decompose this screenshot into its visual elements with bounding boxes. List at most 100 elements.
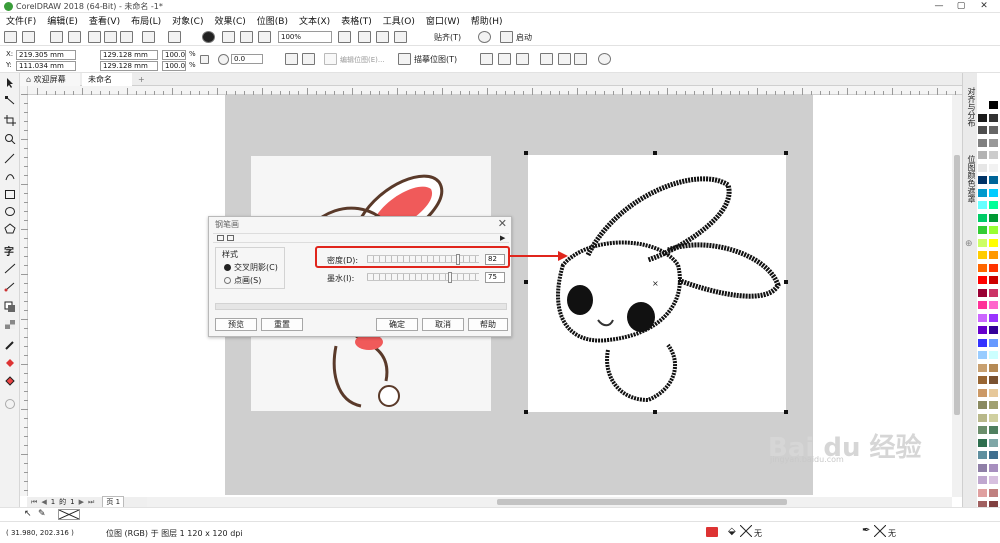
transparency-tool-icon[interactable] (4, 319, 16, 330)
show-rulers-icon[interactable] (358, 31, 371, 43)
pen-effect-rabbit-image[interactable]: × (524, 151, 788, 414)
palette-swatch[interactable] (977, 125, 988, 135)
palette-swatch[interactable] (988, 162, 999, 173)
mirror-horizontal-icon[interactable] (285, 53, 298, 65)
export-icon[interactable] (240, 31, 253, 43)
palette-swatch[interactable] (977, 225, 988, 235)
add-icon[interactable] (598, 53, 611, 65)
palette-swatch[interactable] (988, 375, 999, 385)
crop-bitmap-icon[interactable] (498, 53, 511, 65)
menu-file[interactable]: 文件(F) (6, 14, 36, 27)
palette-swatch[interactable] (988, 287, 999, 298)
palette-swatch[interactable] (977, 387, 988, 398)
palette-swatch[interactable] (988, 275, 999, 285)
palette-swatch[interactable] (988, 350, 999, 360)
palette-swatch[interactable] (988, 175, 999, 185)
show-guidelines-icon[interactable] (394, 31, 407, 43)
color-mask-icon[interactable] (540, 53, 553, 65)
drop-shadow-icon[interactable] (4, 301, 16, 312)
copy-icon[interactable] (104, 31, 117, 43)
vertical-scrollbar[interactable] (952, 95, 962, 497)
horizontal-ruler[interactable] (27, 86, 964, 95)
menu-table[interactable]: 表格(T) (341, 14, 372, 27)
zoom-level-field[interactable]: 100% (278, 31, 332, 43)
palette-swatch[interactable] (977, 275, 988, 285)
palette-swatch[interactable] (977, 337, 988, 348)
print-icon[interactable] (68, 31, 81, 43)
ink-field[interactable]: 75 (485, 272, 505, 283)
trace-bitmap-label[interactable]: 描摹位图(T) (414, 54, 457, 65)
palette-swatch[interactable] (988, 400, 999, 410)
palette-swatch[interactable] (977, 137, 988, 148)
cut-icon[interactable] (88, 31, 101, 43)
palette-swatch[interactable] (977, 487, 988, 498)
color-proof-icon[interactable] (706, 527, 718, 537)
palette-swatch[interactable] (988, 250, 999, 260)
minimize-button[interactable]: — (928, 0, 950, 13)
y-position-field[interactable]: 111.034 mm (16, 61, 76, 71)
mirror-vertical-icon[interactable] (302, 53, 315, 65)
resample-icon[interactable] (480, 53, 493, 65)
snap-to-label[interactable]: 贴齐(T) (434, 32, 461, 43)
prev-page-icon[interactable]: ◀ (41, 498, 46, 506)
selection-handle-t[interactable] (653, 151, 657, 155)
selection-handle-b[interactable] (653, 410, 657, 414)
last-page-icon[interactable]: ⏭ (88, 498, 94, 507)
launch-label[interactable]: 启动 (516, 32, 532, 43)
height-field[interactable]: 129.128 mm (100, 61, 158, 71)
ok-button[interactable]: 确定 (376, 318, 418, 331)
menu-effects[interactable]: 效果(C) (214, 14, 245, 27)
x-position-field[interactable]: 219.305 mm (16, 50, 76, 60)
palette-swatch[interactable] (977, 162, 988, 173)
selection-handle-l[interactable] (524, 280, 528, 284)
palette-swatch[interactable] (988, 212, 999, 223)
new-document-icon[interactable] (4, 31, 17, 43)
next-page-icon[interactable]: ▶ (79, 498, 84, 506)
vertical-scroll-thumb[interactable] (954, 155, 960, 415)
lock-ratio-icon[interactable] (200, 55, 209, 64)
palette-swatch[interactable] (988, 225, 999, 235)
align-distribute-tab[interactable]: 对齐与分布 (966, 87, 977, 127)
menu-window[interactable]: 窗口(W) (426, 14, 460, 27)
option-stippling[interactable]: 点画(S) (224, 275, 261, 286)
text-tool-icon[interactable]: 字 (4, 243, 16, 258)
palette-swatch[interactable] (988, 487, 999, 498)
palette-swatch[interactable] (977, 112, 988, 123)
palette-swatch[interactable] (977, 237, 988, 248)
dock-add-icon[interactable]: ⊕ (965, 239, 973, 249)
rectangle-tool-icon[interactable] (4, 189, 16, 200)
menu-object[interactable]: 对象(C) (172, 14, 203, 27)
add-tool-icon[interactable] (5, 399, 15, 409)
palette-swatch[interactable] (988, 237, 999, 248)
palette-swatch[interactable] (977, 212, 988, 223)
palette-swatch[interactable] (977, 187, 988, 198)
palette-swatch[interactable] (988, 437, 999, 448)
rotation-field[interactable]: 0.0 (231, 54, 263, 64)
palette-swatch[interactable] (988, 337, 999, 348)
palette-swatch[interactable] (988, 112, 999, 123)
close-button[interactable]: ✕ (973, 0, 995, 13)
selection-handle-bl[interactable] (524, 410, 528, 414)
pen-icon[interactable]: ✎ (38, 509, 46, 519)
split-preview-icon[interactable] (217, 235, 224, 241)
link-icon[interactable] (558, 53, 571, 65)
scale-width-field[interactable]: 100.0 (162, 50, 186, 60)
smart-fill-icon[interactable] (4, 375, 16, 386)
tab-document[interactable]: 未命名 -1* (82, 73, 132, 97)
reset-button[interactable]: 重置 (261, 318, 303, 331)
palette-swatch[interactable] (988, 300, 999, 310)
zoom-tool-icon[interactable] (4, 133, 16, 145)
preview-button[interactable]: 预览 (215, 318, 257, 331)
palette-swatch[interactable] (977, 100, 988, 110)
menu-help[interactable]: 帮助(H) (471, 14, 503, 27)
width-field[interactable]: 129.128 mm (100, 50, 158, 60)
palette-swatch[interactable] (988, 412, 999, 423)
interactive-fill-icon[interactable] (4, 357, 16, 368)
palette-swatch[interactable] (988, 450, 999, 460)
pick-tool-icon[interactable] (4, 77, 16, 88)
full-screen-icon[interactable] (338, 31, 351, 43)
palette-swatch[interactable] (977, 300, 988, 310)
palette-swatch[interactable] (977, 350, 988, 360)
palette-swatch[interactable] (977, 262, 988, 273)
palette-swatch[interactable] (988, 150, 999, 160)
